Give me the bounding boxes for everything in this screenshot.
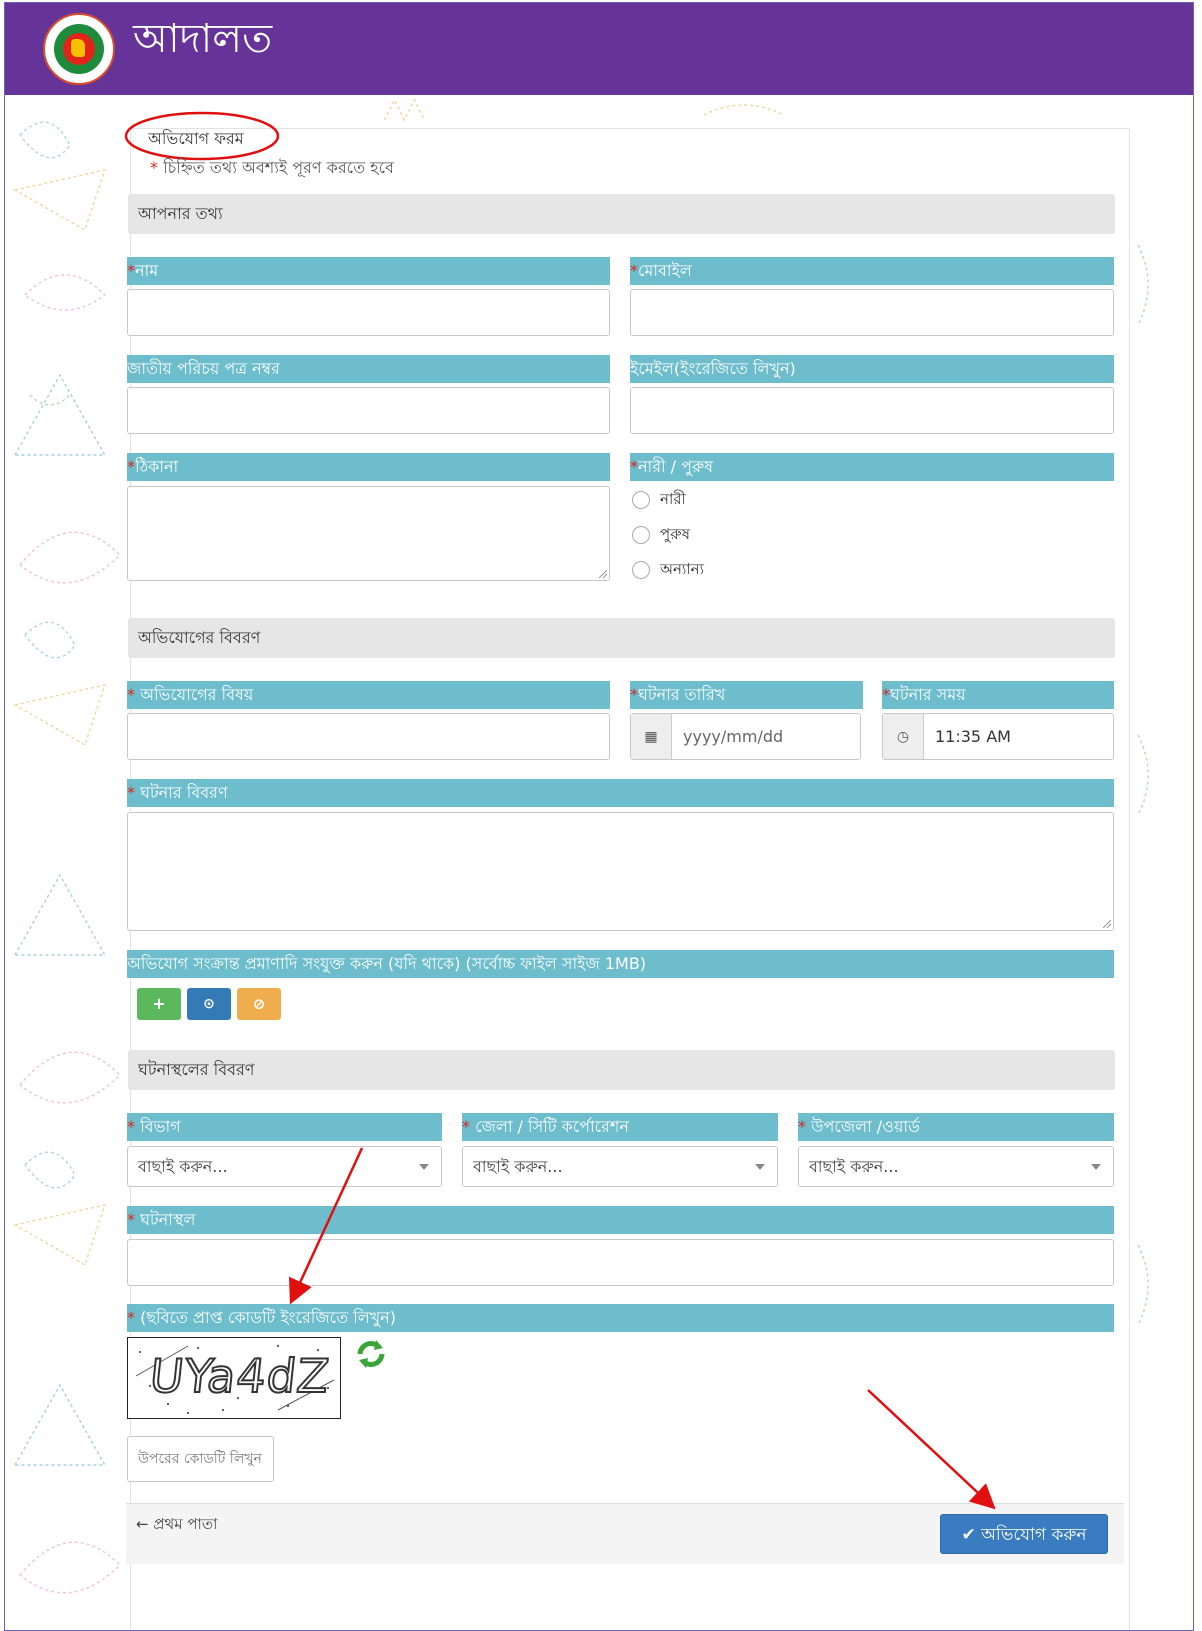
select-placeholder: বাছাই করুন... [138,1157,228,1176]
select-placeholder: বাছাই করুন... [809,1157,899,1176]
upload-file-button[interactable]: ⊙ [187,988,231,1020]
resize-handle-icon[interactable] [599,570,607,578]
required-note: * চিহ্নিত তথ্য অবশ্যই পূরণ করতে হবে [150,157,394,179]
incident-desc-label: * ঘটনার বিবরণ [127,779,1114,807]
app-header: আদালত [5,3,1193,95]
check-icon: ✔ [961,1525,976,1545]
submit-complaint-button[interactable]: ✔ অভিযোগ করুন [940,1514,1108,1554]
dropdown-caret-icon [419,1164,429,1170]
place-label: * ঘটনাস্থল [127,1206,1114,1234]
place-input[interactable] [127,1239,1114,1286]
section-complaint-details: অভিযোগের বিবরণ [128,618,1115,658]
subject-label: * অভিযোগের বিষয় [127,681,610,709]
upazila-label: * উপজেলা /ওয়ার্ড [798,1113,1114,1141]
incident-date-input[interactable]: ▦ yyyy/mm/dd [630,713,861,760]
address-textarea[interactable] [127,486,610,581]
select-placeholder: বাছাই করুন... [473,1157,563,1176]
app-title: আদালত [133,16,273,62]
gender-label: *নারী / পুরুষ [630,453,1114,481]
government-seal-logo [43,13,115,85]
back-to-home-link[interactable]: ← প্রথম পাতা [136,1512,217,1536]
upazila-select[interactable]: বাছাই করুন... [798,1146,1114,1187]
district-label: * জেলা / সিটি কর্পোরেশন [462,1113,778,1141]
time-value: 11:35 AM [935,727,1011,746]
radio-icon[interactable] [632,490,650,509]
gender-option-male[interactable]: পুরুষ [632,522,690,546]
gender-option-label: নারী [660,490,686,508]
incident-desc-textarea[interactable] [127,812,1114,931]
calendar-icon[interactable]: ▦ [631,714,672,759]
email-label: ইমেইল(ইংরেজিতে লিখুন) [630,355,1114,383]
captcha-label: * (ছবিতে প্রাপ্ত কোডটি ইংরেজিতে লিখুন) [127,1304,1114,1332]
date-placeholder: yyyy/mm/dd [683,727,784,746]
incident-date-label: *ঘটনার তারিখ [630,681,863,709]
section-location-details: ঘটনাস্থলের বিবরণ [128,1050,1115,1090]
nid-label: জাতীয় পরিচয় পত্র নম্বর [127,355,610,383]
captcha-code: UYa4dZ [146,1348,333,1404]
name-input[interactable] [127,289,610,336]
clock-icon[interactable]: ◷ [883,714,924,759]
incident-time-input[interactable]: ◷ 11:35 AM [882,713,1114,760]
form-title-highlight [124,111,280,161]
subject-input[interactable] [127,713,610,760]
address-label: *ঠিকানা [127,453,610,481]
section-personal-info: আপনার তথ্য [128,194,1115,234]
cancel-upload-button[interactable]: ⊘ [237,988,281,1020]
captcha-image: UYa4dZ [127,1337,341,1419]
resize-handle-icon[interactable] [1103,920,1111,928]
add-file-button[interactable]: + [137,988,181,1020]
mobile-label: *মোবাইল [630,257,1114,285]
gender-option-label: অন্যান্য [660,560,704,578]
captcha-input[interactable]: উপরের কোডটি লিখুন [127,1436,274,1482]
dropdown-caret-icon [755,1164,765,1170]
radio-icon[interactable] [632,560,650,579]
email-input[interactable] [630,387,1114,434]
submit-label: অভিযোগ করুন [981,1525,1087,1545]
incident-time-label: *ঘটনার সময় [882,681,1114,709]
nid-input[interactable] [127,387,610,434]
refresh-captcha-icon[interactable] [354,1337,388,1371]
attachments-label: অভিযোগ সংক্রান্ত প্রমাণাদি সংযুক্ত করুন … [127,950,1114,978]
mobile-input[interactable] [630,289,1114,336]
gender-option-other[interactable]: অন্যান্য [632,557,704,581]
radio-icon[interactable] [632,525,650,544]
division-label: * বিভাগ [127,1113,442,1141]
required-note-text: চিহ্নিত তথ্য অবশ্যই পূরণ করতে হবে [163,158,394,177]
gender-option-label: পুরুষ [660,525,690,543]
division-select[interactable]: বাছাই করুন... [127,1146,442,1187]
gender-option-female[interactable]: নারী [632,487,686,511]
dropdown-caret-icon [1091,1164,1101,1170]
name-label: *নাম [127,257,610,285]
captcha-input-placeholder: উপরের কোডটি লিখুন [138,1451,262,1467]
required-asterisk: * [150,158,158,177]
district-select[interactable]: বাছাই করুন... [462,1146,778,1187]
